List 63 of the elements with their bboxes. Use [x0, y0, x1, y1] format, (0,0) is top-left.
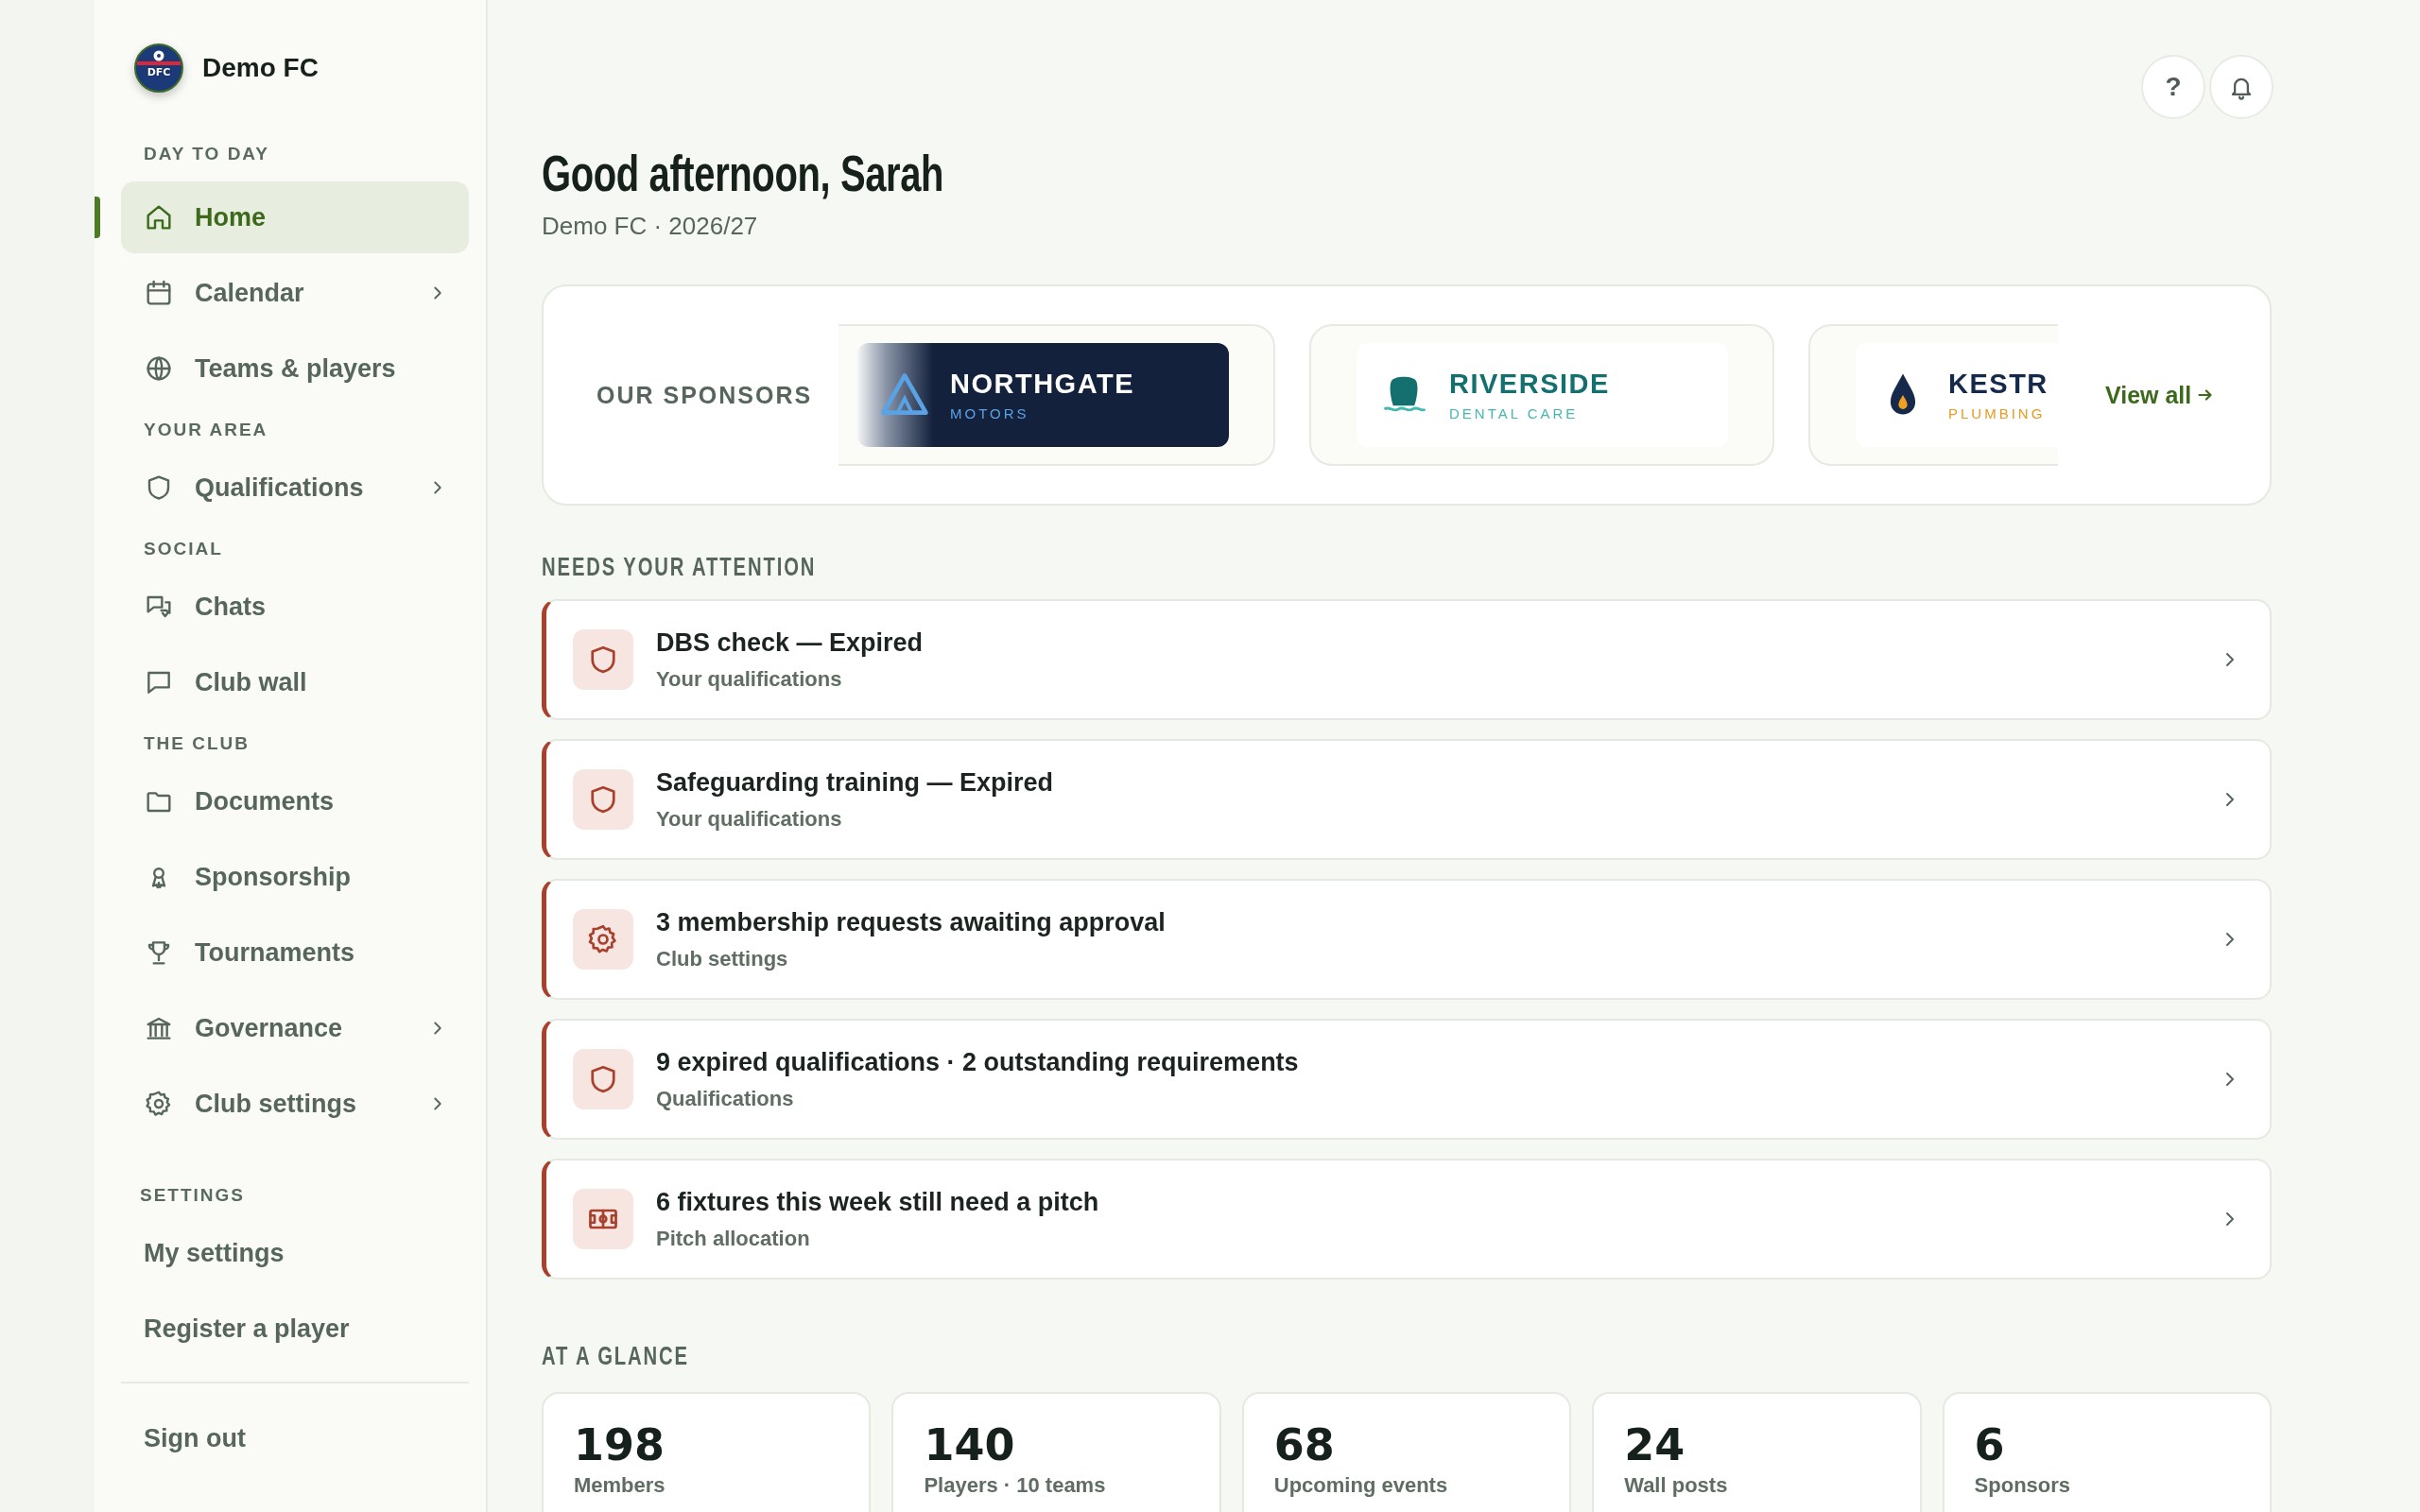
nav-item[interactable]: My settings: [121, 1217, 469, 1289]
attention-card[interactable]: 6 fixtures this week still need a pitch Pitch allocation: [542, 1159, 2272, 1280]
nav-item[interactable]: Chats: [121, 571, 469, 643]
sponsor-name: NORTHGATE: [950, 369, 1134, 400]
nav-section-heading: SETTINGS: [139, 1184, 246, 1207]
club-name: Demo FC: [202, 53, 319, 83]
stat-value: 6: [1974, 1420, 2005, 1469]
nav-item[interactable]: Tournaments: [121, 917, 469, 988]
stat-value: 198: [574, 1420, 666, 1469]
nav-section-heading: THE CLUB: [143, 732, 251, 755]
sponsor-tagline: MOTORS: [950, 405, 1030, 421]
club-logo: DFC: [134, 43, 183, 93]
section-heading: NEEDS YOUR ATTENTION: [542, 553, 817, 582]
attention-title: Safeguarding training — Expired: [656, 767, 1055, 798]
attention-title: 6 fixtures this week still need a pitch: [656, 1187, 1100, 1217]
stat-label: Players · 10 teams: [924, 1473, 1106, 1498]
stat-value: 140: [924, 1420, 1015, 1469]
attention-source: Qualifications: [656, 1086, 795, 1111]
help-button[interactable]: ?: [2141, 55, 2205, 119]
attention-title: 9 expired qualifications · 2 outstanding requirements: [656, 1047, 1300, 1077]
section-heading: AT A GLANCE: [542, 1342, 689, 1371]
nav-item[interactable]: Teams & players: [121, 333, 469, 404]
nav-item[interactable]: Qualifications: [121, 452, 469, 524]
nav-item[interactable]: Governance: [121, 992, 469, 1064]
attention-card[interactable]: DBS check — Expired Your qualifications: [542, 599, 2272, 720]
nav-section-heading: YOUR AREA: [143, 419, 269, 441]
nav-item[interactable]: Calendar: [121, 257, 469, 329]
sponsor-card[interactable]: NORTHGATE MOTORS: [838, 324, 1275, 466]
attention-card[interactable]: 3 membership requests awaiting approval Club settings: [542, 879, 2272, 1000]
calendar-icon: [144, 278, 174, 308]
club-season: Demo FC · 2026/27: [542, 212, 759, 241]
stat-label: Sponsors: [1974, 1473, 2071, 1498]
nav-item[interactable]: Club wall: [121, 646, 469, 718]
stat-value: 24: [1624, 1420, 1685, 1469]
view-all-link[interactable]: View all: [2105, 381, 2217, 409]
stat-label: Wall posts: [1624, 1473, 1728, 1498]
nav-item[interactable]: Register a player: [121, 1293, 469, 1365]
sponsors-heading: OUR SPONSORS: [596, 381, 814, 409]
sponsor-card[interactable]: RIVERSIDE DENTAL CARE: [1309, 324, 1774, 466]
nav-section-heading: DAY TO DAY: [143, 144, 270, 165]
nav-item[interactable]: Sponsorship: [121, 841, 469, 913]
sign-out-link[interactable]: Sign out: [121, 1410, 469, 1467]
attention-source: Club settings: [656, 946, 789, 971]
greeting-title: Good afternoon, Sarah: [542, 144, 944, 202]
attention-source: Your qualifications: [656, 806, 843, 832]
sponsor-name: RIVERSIDE: [1449, 369, 1610, 400]
nav-item[interactable]: Club settings: [121, 1068, 469, 1140]
stat-label: Members: [574, 1473, 666, 1498]
attention-source: Pitch allocation: [656, 1226, 811, 1251]
nav-item[interactable]: Documents: [121, 765, 469, 837]
sponsor-name: KESTR: [1948, 369, 2048, 400]
stat-value: 68: [1273, 1420, 1335, 1469]
sponsor-card[interactable]: KESTR PLUMBING: [1808, 324, 2058, 466]
attention-title: DBS check — Expired: [656, 627, 925, 658]
sponsor-tagline: DENTAL CARE: [1449, 405, 1580, 421]
attention-title: 3 membership requests awaiting approval: [656, 907, 1167, 937]
active-indicator: [95, 197, 100, 238]
sponsor-tagline: PLUMBING: [1948, 405, 2047, 421]
attention-source: Your qualifications: [656, 666, 843, 692]
nav-section-heading: SOCIAL: [143, 538, 224, 560]
attention-card[interactable]: Safeguarding training — Expired Your qualifications: [542, 739, 2272, 860]
attention-card[interactable]: 9 expired qualifications · 2 outstanding requirements Qualifications: [542, 1019, 2272, 1140]
stat-label: Upcoming events: [1273, 1473, 1448, 1498]
